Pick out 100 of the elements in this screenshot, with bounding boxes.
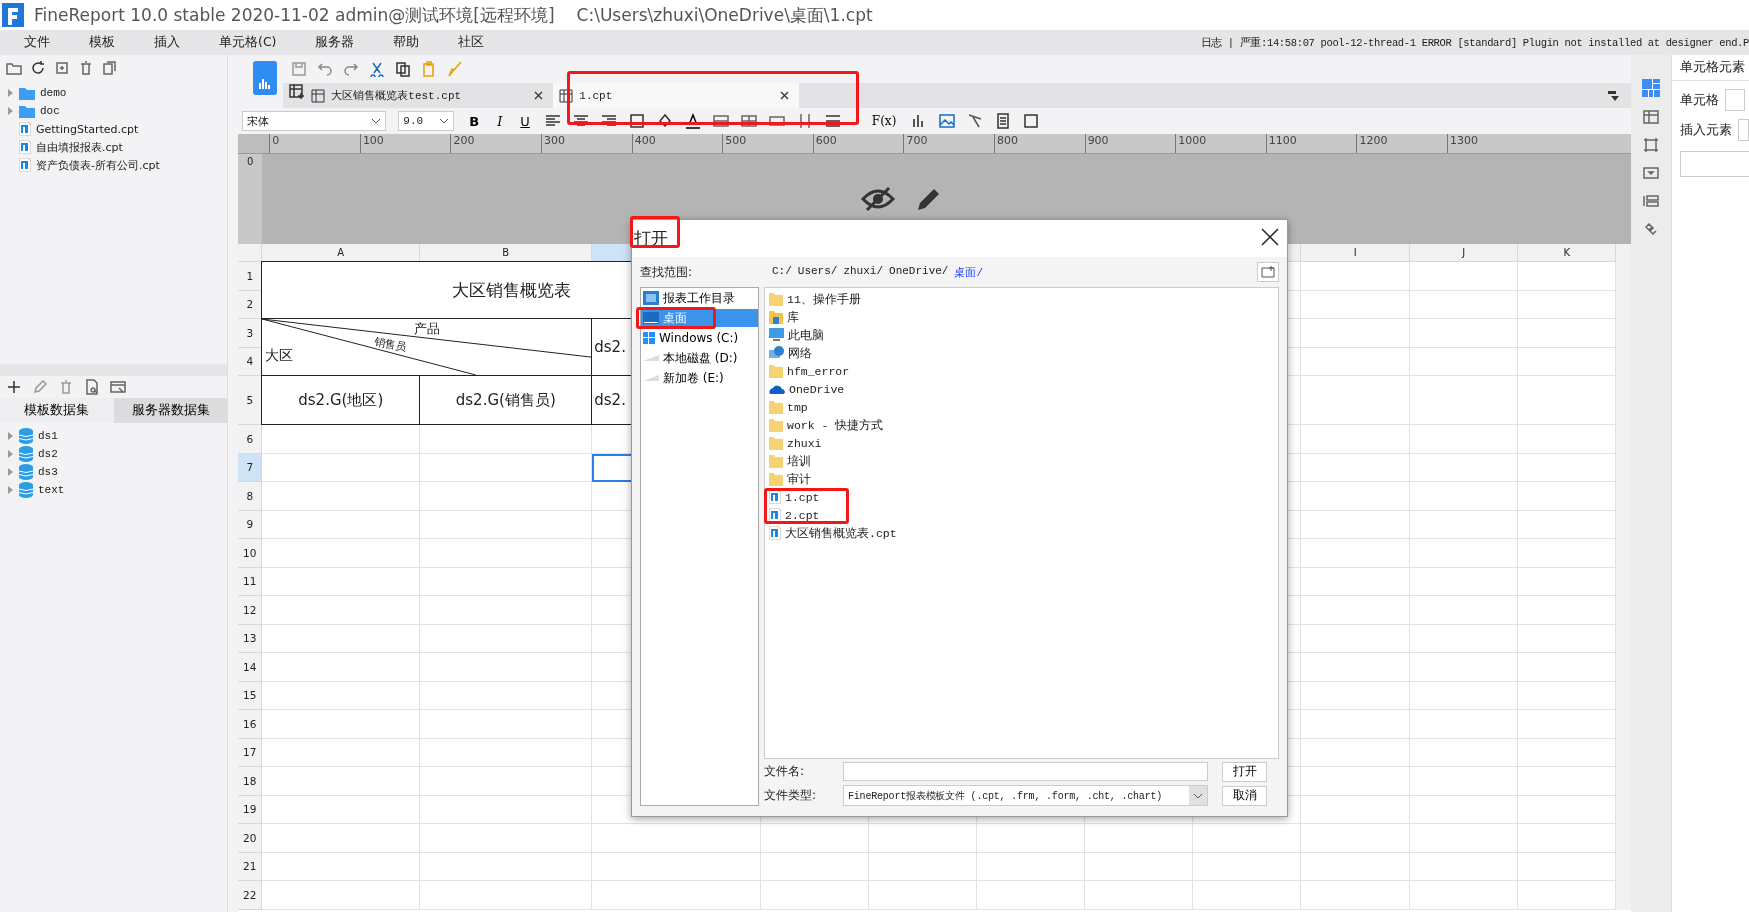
table-cell[interactable] bbox=[262, 681, 421, 710]
cancel-button[interactable]: 取消 bbox=[1222, 785, 1267, 806]
dataset-item[interactable]: ds3 bbox=[38, 466, 58, 478]
file-item[interactable]: 网络 bbox=[788, 345, 812, 361]
redo-icon[interactable] bbox=[343, 61, 360, 77]
row-header[interactable]: 16 bbox=[238, 710, 263, 739]
table-cell[interactable] bbox=[420, 767, 593, 796]
table-cell[interactable] bbox=[262, 653, 421, 682]
table-cell[interactable] bbox=[1301, 824, 1411, 853]
table-cell[interactable] bbox=[1410, 510, 1519, 539]
table-cell[interactable] bbox=[1301, 376, 1411, 425]
path-segment[interactable]: Users/ bbox=[797, 264, 838, 280]
file-item[interactable]: 此电脑 bbox=[788, 327, 824, 343]
widget-icon[interactable] bbox=[1643, 165, 1660, 181]
table-cell[interactable] bbox=[1410, 290, 1519, 319]
place-item[interactable]: 本地磁盘 (D:) bbox=[641, 349, 758, 367]
eye-slash-icon[interactable] bbox=[860, 186, 895, 212]
slash-icon[interactable] bbox=[967, 113, 984, 129]
align-right-icon[interactable] bbox=[600, 113, 617, 129]
table-cell[interactable] bbox=[420, 738, 593, 767]
fill-color-icon[interactable] bbox=[656, 113, 673, 129]
file-item[interactable]: OneDrive bbox=[789, 382, 845, 396]
border-icon[interactable] bbox=[628, 113, 645, 129]
text-style-button[interactable]: I bbox=[494, 113, 506, 129]
text-style-button[interactable]: U bbox=[517, 113, 533, 129]
table-cell[interactable] bbox=[1410, 767, 1519, 796]
table-cell[interactable] bbox=[1410, 795, 1519, 824]
table-cell[interactable] bbox=[420, 852, 593, 881]
undo-icon[interactable] bbox=[317, 61, 334, 77]
scissors-icon[interactable] bbox=[369, 61, 386, 77]
path-segment[interactable]: OneDrive/ bbox=[889, 264, 949, 280]
path-segment[interactable]: zhuxi/ bbox=[843, 264, 884, 280]
splitter[interactable] bbox=[228, 55, 239, 912]
table-cell[interactable] bbox=[1301, 738, 1411, 767]
file-item[interactable]: tmp bbox=[787, 400, 808, 414]
row-header[interactable]: 9 bbox=[238, 510, 263, 539]
menu-item[interactable]: 服务器 bbox=[291, 34, 370, 51]
table-cell[interactable] bbox=[1301, 681, 1411, 710]
file-item[interactable]: 库 bbox=[787, 309, 799, 325]
table-cell[interactable] bbox=[1301, 425, 1411, 454]
table-cell[interactable] bbox=[262, 710, 421, 739]
table-cell[interactable] bbox=[761, 824, 870, 853]
table-cell[interactable] bbox=[262, 795, 421, 824]
place-item[interactable]: Windows (C:) bbox=[641, 329, 758, 347]
input-field[interactable] bbox=[1725, 89, 1745, 111]
file-item[interactable]: work - 快捷方式 bbox=[787, 417, 884, 433]
cell-element-icon[interactable] bbox=[1642, 79, 1661, 97]
column-header[interactable]: K bbox=[1518, 244, 1617, 262]
open-button[interactable]: 打开 bbox=[1222, 761, 1267, 782]
row-header[interactable]: 19 bbox=[238, 795, 263, 824]
vertical-scrollbar[interactable] bbox=[1616, 244, 1632, 910]
tree-item[interactable]: demo bbox=[40, 87, 67, 99]
input-field[interactable] bbox=[1738, 119, 1749, 141]
table-cell[interactable] bbox=[1410, 596, 1519, 625]
table-cell[interactable] bbox=[1518, 347, 1617, 376]
gear-icon[interactable] bbox=[54, 59, 70, 76]
row-header[interactable]: 8 bbox=[238, 482, 263, 511]
menu-item[interactable]: 模板 bbox=[65, 34, 130, 51]
file-item[interactable]: 审计 bbox=[787, 471, 811, 487]
table-cell[interactable] bbox=[262, 852, 421, 881]
row-header[interactable]: 3 bbox=[238, 319, 263, 348]
table-cell[interactable] bbox=[1301, 624, 1411, 653]
table-cell[interactable] bbox=[1518, 624, 1617, 653]
table-cell[interactable] bbox=[592, 881, 762, 910]
file-item[interactable]: hfm_error bbox=[787, 364, 850, 378]
wrap-icon[interactable] bbox=[824, 113, 841, 129]
link-icon[interactable] bbox=[1643, 221, 1660, 237]
table-cell[interactable] bbox=[1301, 453, 1411, 482]
table-cell[interactable] bbox=[1518, 510, 1617, 539]
row-header[interactable]: 4 bbox=[238, 347, 263, 376]
refresh-icon[interactable] bbox=[30, 59, 46, 76]
table-cell[interactable] bbox=[1518, 319, 1617, 348]
table-cell[interactable] bbox=[262, 738, 421, 767]
close-icon[interactable] bbox=[780, 91, 790, 100]
table-cell[interactable] bbox=[1085, 852, 1194, 881]
trash-icon[interactable] bbox=[78, 59, 94, 76]
table-cell[interactable] bbox=[1410, 653, 1519, 682]
table-cell[interactable] bbox=[1301, 852, 1411, 881]
table-cell[interactable] bbox=[420, 482, 593, 511]
table-cell[interactable] bbox=[1518, 290, 1617, 319]
dataset-edit-icon[interactable] bbox=[110, 379, 126, 395]
dataset-item[interactable]: text bbox=[38, 484, 65, 496]
table-cell[interactable] bbox=[1410, 881, 1519, 910]
formula-button[interactable]: F(x) bbox=[868, 114, 900, 128]
row-header[interactable]: 18 bbox=[238, 767, 263, 796]
table-cell[interactable] bbox=[1410, 347, 1519, 376]
table-cell[interactable] bbox=[1301, 767, 1411, 796]
table-cell[interactable] bbox=[420, 795, 593, 824]
image-icon[interactable] bbox=[939, 113, 956, 129]
table-cell[interactable] bbox=[1518, 262, 1617, 291]
table-cell[interactable] bbox=[977, 881, 1086, 910]
save-icon[interactable] bbox=[291, 61, 308, 77]
select-all-corner[interactable] bbox=[238, 244, 263, 262]
trash-icon[interactable] bbox=[58, 379, 74, 395]
menu-item[interactable]: 单元格(C) bbox=[195, 34, 292, 51]
crop-icon[interactable] bbox=[1643, 137, 1660, 153]
table-cell[interactable] bbox=[869, 881, 978, 910]
row-header[interactable]: 6 bbox=[238, 425, 263, 454]
row-header[interactable]: 1 bbox=[238, 262, 263, 291]
designer-mode-icon[interactable] bbox=[253, 61, 278, 95]
